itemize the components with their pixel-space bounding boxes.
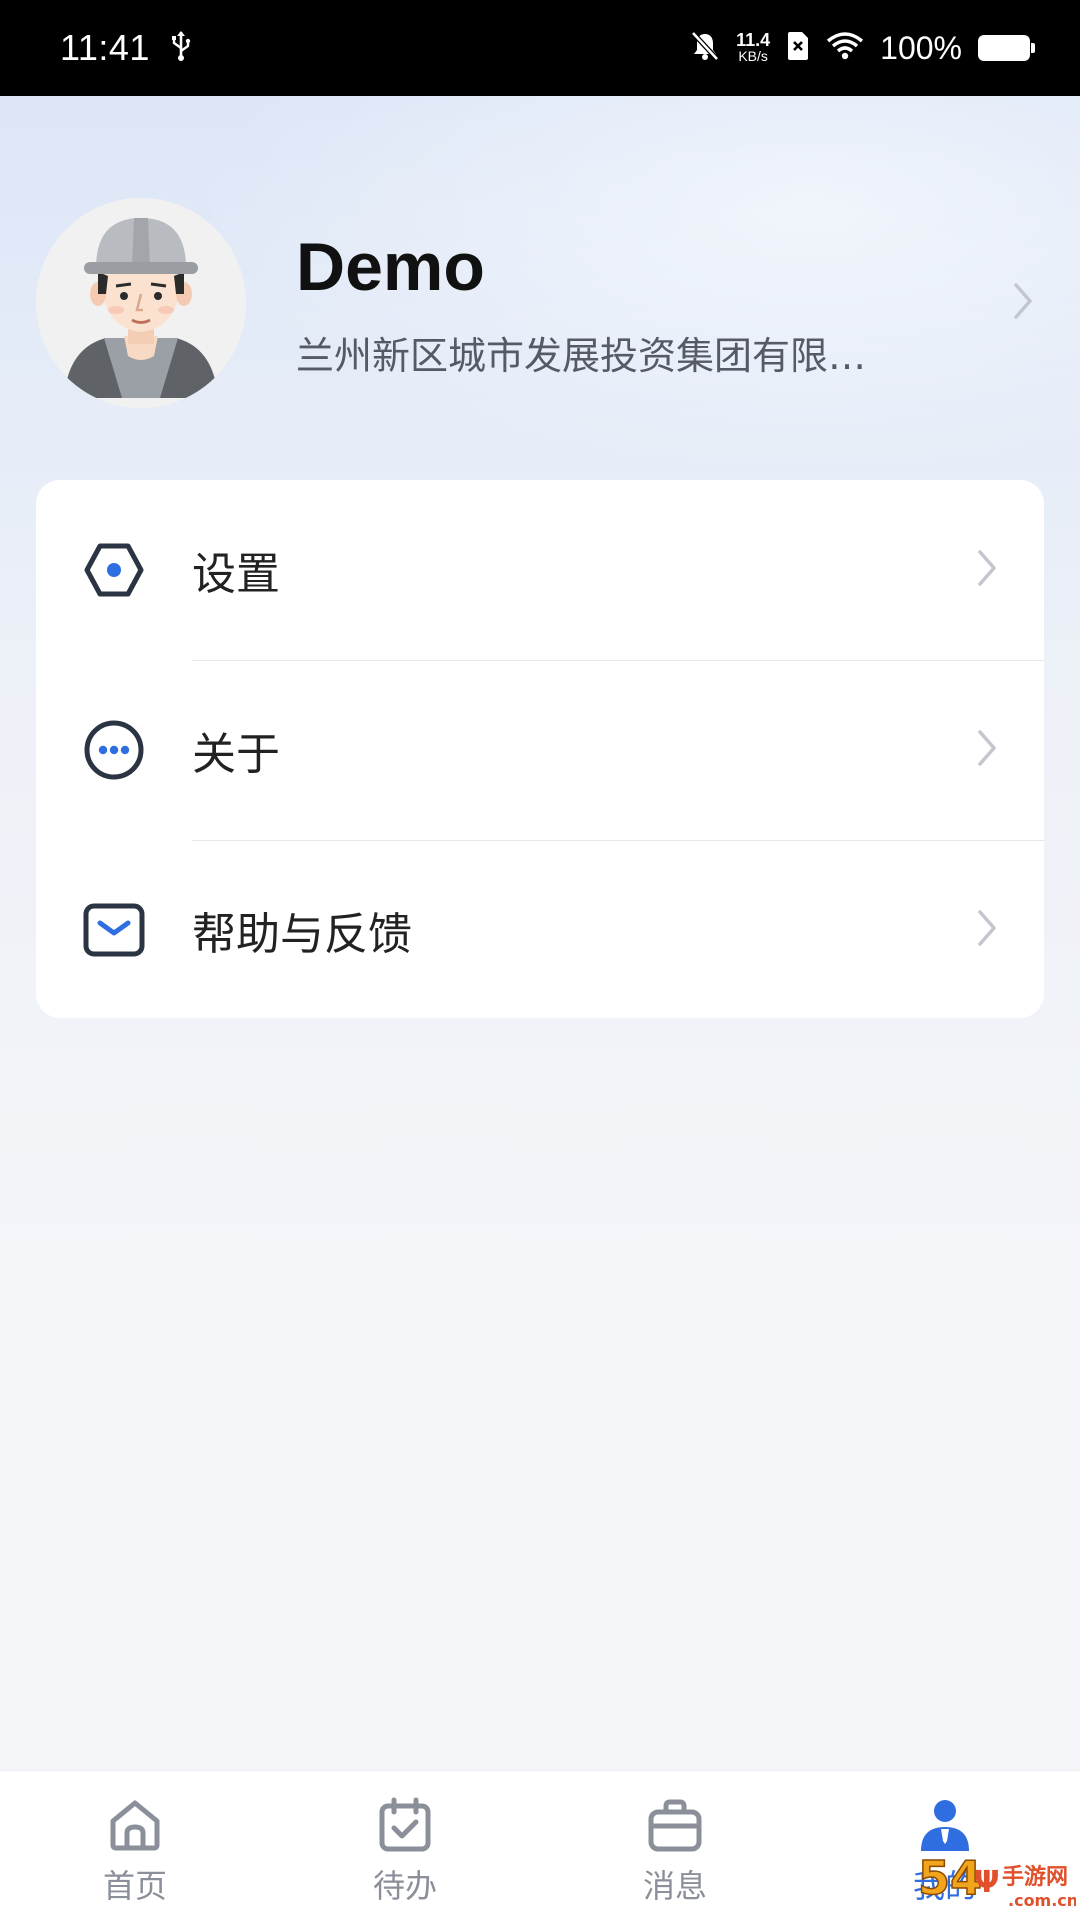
profile-screen: 11:41 11.4 KB/s 100% Demo 兰州新区城市发展投资集团有限…: [0, 0, 1080, 1920]
briefcase-icon: [647, 1797, 703, 1857]
network-speed-value: 11.4: [736, 30, 771, 50]
status-right: 11.4 KB/s 100%: [690, 29, 1035, 67]
network-speed-unit: KB/s: [738, 48, 768, 64]
status-time: 11:41: [60, 27, 150, 68]
menu-label-help-feedback: 帮助与反馈: [192, 909, 412, 960]
svg-text:手游网: 手游网: [1002, 1864, 1068, 1890]
profile-name: Demo: [296, 228, 485, 305]
menu-label-settings: 设置: [192, 549, 280, 600]
chevron-right-icon: [976, 728, 998, 772]
mail-icon: [82, 898, 146, 962]
status-left: 11:41: [60, 27, 192, 69]
battery-icon: [978, 35, 1035, 61]
svg-text:54: 54: [918, 1851, 982, 1905]
tab-messages[interactable]: 消息: [540, 1771, 810, 1920]
calendar-check-icon: [377, 1797, 433, 1857]
svg-text:.com.cn: .com.cn: [1008, 1891, 1076, 1910]
tab-label-home: 首页: [102, 1867, 167, 1905]
menu-label-about: 关于: [192, 729, 280, 780]
more-dots-icon: [82, 718, 146, 782]
menu-item-about[interactable]: 关于: [36, 660, 1044, 840]
profile-organization: 兰州新区城市发展投资集团有限…: [296, 333, 867, 378]
network-speed: 11.4 KB/s: [736, 30, 771, 64]
menu-card: 设置 关于 帮助与反馈: [36, 480, 1044, 1018]
tab-label-messages: 消息: [642, 1867, 707, 1905]
status-bar: 11:41 11.4 KB/s 100%: [0, 0, 1080, 96]
wifi-icon: [826, 31, 864, 65]
usb-icon: [170, 30, 192, 66]
profile-text: Demo 兰州新区城市发展投资集团有限…: [296, 227, 1012, 380]
tab-home[interactable]: 首页: [0, 1771, 270, 1920]
tab-label-todo: 待办: [372, 1867, 437, 1905]
menu-item-settings[interactable]: 设置: [36, 480, 1044, 660]
sim-off-icon: [786, 30, 810, 66]
chevron-right-icon[interactable]: [1012, 281, 1034, 325]
chevron-right-icon: [976, 548, 998, 592]
menu-item-help-feedback[interactable]: 帮助与反馈: [36, 840, 1044, 1020]
profile-header[interactable]: Demo 兰州新区城市发展投资集团有限…: [36, 198, 1046, 408]
battery-percent: 100%: [880, 29, 962, 66]
bell-off-icon: [690, 30, 720, 66]
tab-todo[interactable]: 待办: [270, 1771, 540, 1920]
chevron-right-icon: [976, 908, 998, 952]
watermark-logo: 54 Ψ 手游网 .com.cn: [916, 1844, 1078, 1918]
settings-hexagon-icon: [82, 538, 146, 602]
svg-text:Ψ: Ψ: [974, 1865, 1000, 1900]
home-icon: [107, 1797, 163, 1857]
avatar[interactable]: [36, 198, 246, 408]
